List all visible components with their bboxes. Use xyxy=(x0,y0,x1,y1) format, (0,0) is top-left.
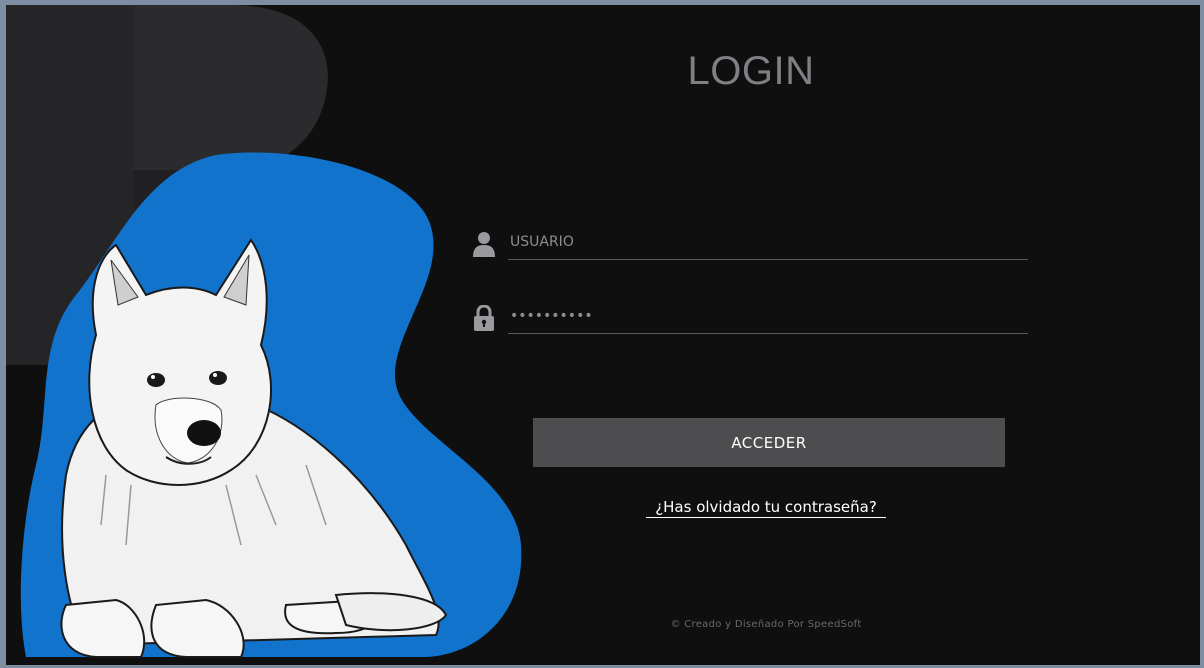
password-underline xyxy=(508,301,1032,334)
dog-nose xyxy=(187,420,221,446)
dog-eye xyxy=(147,373,165,387)
password-input[interactable] xyxy=(508,301,1032,331)
forgot-password-link[interactable]: ¿Has olvidado tu contraseña? xyxy=(646,498,886,518)
login-window: LOGIN ACCEDER ¿Has olvidado tu contras xyxy=(6,5,1200,665)
page-title: LOGIN xyxy=(687,49,815,93)
geo-shape xyxy=(134,5,328,170)
user-icon xyxy=(472,231,496,257)
lock-icon xyxy=(472,304,496,331)
login-button[interactable]: ACCEDER xyxy=(533,418,1005,467)
password-field-group xyxy=(472,301,1032,341)
footer-credit: © Creado y Diseñado Por SpeedSoft xyxy=(670,619,862,630)
username-input[interactable] xyxy=(508,227,1032,257)
username-field-group xyxy=(472,227,1032,267)
username-underline xyxy=(508,227,1032,260)
geo-shape xyxy=(6,5,134,170)
dog-paw xyxy=(60,598,146,658)
dog-eye xyxy=(209,371,227,385)
